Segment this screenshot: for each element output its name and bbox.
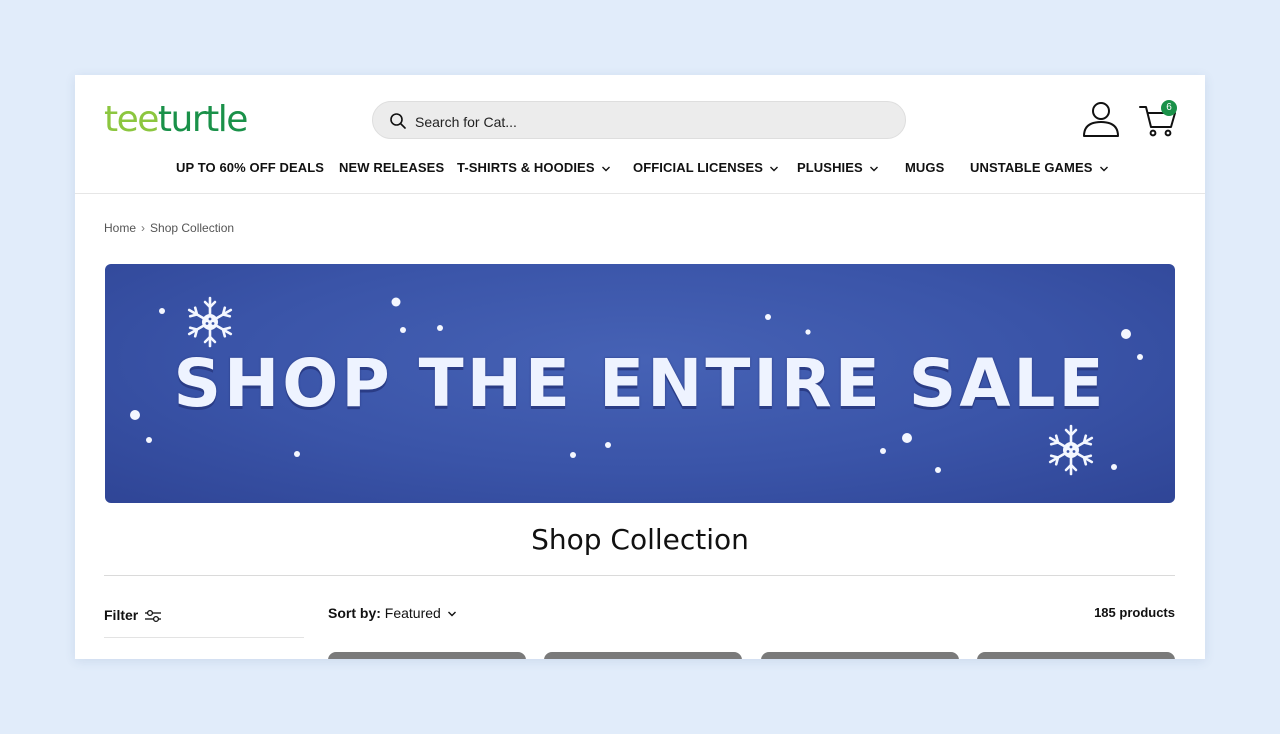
nav-item-plushies[interactable]: PLUSHIES — [797, 157, 879, 179]
logo-part-turtle: turtle — [157, 99, 249, 140]
product-card[interactable] — [977, 652, 1175, 659]
section-divider — [104, 575, 1175, 576]
sale-banner[interactable]: SHOP THE ENTIRE SALE — [105, 264, 1175, 503]
filter-label: Filter — [104, 607, 139, 623]
nav-item-tshirts-label: T-SHIRTS & HOODIES — [457, 160, 595, 175]
sort-value: Featured — [384, 605, 441, 621]
chevron-down-icon — [869, 166, 878, 172]
page-title: Shop Collection — [531, 523, 749, 556]
nav-item-games-label: UNSTABLE GAMES — [970, 160, 1093, 175]
cart-count-badge[interactable]: 6 — [1161, 100, 1177, 116]
breadcrumb: Home › Shop Collection — [104, 221, 234, 235]
search-bar[interactable] — [372, 101, 906, 139]
nav-item-tshirts[interactable]: T-SHIRTS & HOODIES — [457, 157, 611, 179]
product-card[interactable] — [761, 652, 959, 659]
nav-item-plushies-label: PLUSHIES — [797, 160, 863, 175]
chevron-down-icon — [601, 166, 610, 172]
nav-item-games[interactable]: UNSTABLE GAMES — [970, 157, 1109, 179]
nav-item-licenses-label: OFFICIAL LICENSES — [633, 160, 764, 175]
banner-headline: SHOP THE ENTIRE SALE — [173, 345, 1107, 422]
logo-part-tee: tee — [104, 99, 159, 140]
search-input[interactable] — [413, 110, 887, 134]
nav-item-deals[interactable]: UP TO 60% OFF DEALS — [176, 157, 324, 179]
filter-toggle[interactable]: Filter — [104, 607, 162, 623]
filter-icon — [145, 610, 162, 623]
main-navigation: UP TO 60% OFF DEALS NEW RELEASES T-SHIRT… — [75, 157, 1205, 179]
sort-label: Sort by: — [328, 605, 381, 621]
nav-item-licenses[interactable]: OFFICIAL LICENSES — [633, 157, 779, 179]
snowflake-icon — [187, 296, 233, 348]
chevron-down-icon — [1099, 166, 1108, 172]
chevron-down-icon — [447, 611, 456, 617]
store-page: teeturtle 6 UP TO 60% OFF DEALS NEW RELE… — [75, 75, 1205, 659]
sort-dropdown[interactable]: Sort by: Featured — [328, 605, 457, 621]
nav-item-new-releases[interactable]: NEW RELEASES — [339, 157, 444, 179]
chevron-down-icon — [770, 166, 779, 172]
product-card[interactable] — [328, 652, 526, 659]
account-icon[interactable] — [1081, 99, 1121, 139]
snowflake-icon — [1048, 424, 1094, 476]
product-count: 185 products — [1094, 605, 1175, 620]
breadcrumb-chevron-icon: › — [141, 221, 146, 235]
breadcrumb-home[interactable]: Home — [104, 221, 136, 235]
teeturtle-logo[interactable]: teeturtle — [104, 97, 249, 143]
site-header: teeturtle 6 UP TO 60% OFF DEALS NEW RELE… — [75, 75, 1205, 194]
nav-item-mugs[interactable]: MUGS — [905, 157, 944, 179]
filter-divider — [104, 637, 304, 638]
product-card[interactable] — [544, 652, 742, 659]
breadcrumb-current: Shop Collection — [150, 221, 235, 235]
search-icon[interactable] — [389, 112, 407, 130]
